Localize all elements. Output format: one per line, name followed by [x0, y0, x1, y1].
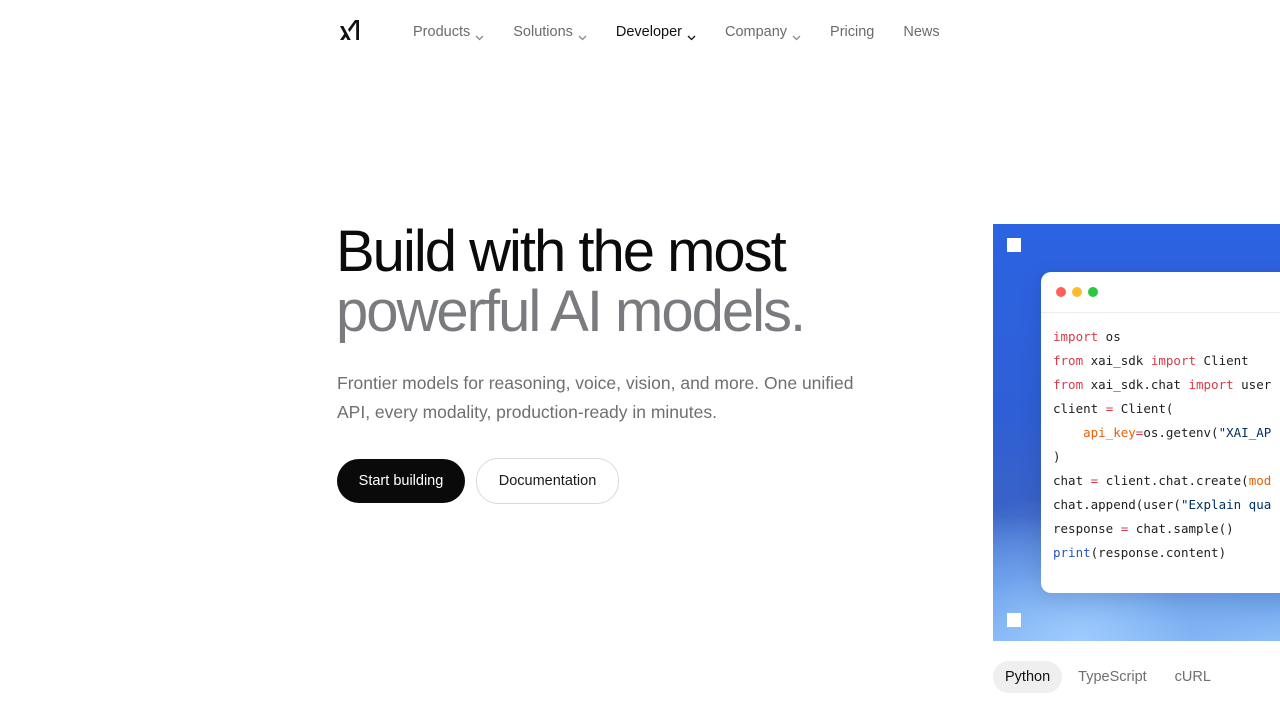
window-titlebar — [1041, 272, 1280, 313]
code-token: os.getenv( — [1143, 425, 1219, 440]
nav-menu: Products Solutions Developer Company Pricing… — [413, 22, 969, 42]
hero-title-line-2: powerful AI models. — [336, 279, 806, 344]
code-token: ) — [1053, 449, 1061, 464]
code-token: client.chat.create( — [1098, 473, 1249, 488]
code-line: from xai_sdk.chat import user — [1053, 373, 1280, 397]
code-token: Client( — [1113, 401, 1174, 416]
language-tabs: Python TypeScript cURL — [993, 661, 1227, 693]
code-token: import — [1150, 353, 1196, 368]
nav-item-label: Solutions — [513, 24, 573, 40]
code-token: import — [1188, 377, 1234, 392]
tab-python[interactable]: Python — [993, 661, 1063, 693]
code-token: from — [1053, 377, 1084, 392]
xai-logo-icon[interactable] — [338, 18, 362, 42]
tab-typescript[interactable]: TypeScript — [1066, 661, 1159, 693]
code-line: chat = client.chat.create(mod — [1053, 469, 1280, 493]
code-token: chat — [1053, 473, 1091, 488]
code-token: "XAI_AP — [1218, 425, 1272, 440]
hero-title-line-1: Build with the most — [336, 219, 787, 284]
code-window: import os from xai_sdk import Client from … — [1041, 272, 1280, 593]
code-token: import — [1053, 329, 1099, 344]
code-line: ) — [1053, 445, 1280, 469]
code-line: client = Client( — [1053, 397, 1280, 421]
tab-curl[interactable]: cURL — [1163, 661, 1223, 693]
code-token: from — [1053, 353, 1084, 368]
nav-item-label: Company — [724, 24, 788, 40]
code-token: mod — [1248, 473, 1272, 488]
code-token: xai_sdk — [1083, 353, 1151, 368]
code-token: os — [1098, 329, 1121, 344]
code-token: chat.append(user( — [1053, 497, 1181, 512]
code-line: print(response.content) — [1053, 541, 1280, 565]
code-line: from xai_sdk import Client — [1053, 349, 1280, 373]
code-token: Client — [1196, 353, 1249, 368]
code-token: user — [1233, 377, 1272, 392]
chevron-down-icon — [578, 29, 587, 41]
chevron-down-icon — [792, 29, 801, 41]
start-building-button[interactable]: Start building — [337, 459, 465, 503]
code-line: chat.append(user("Explain qua — [1053, 493, 1280, 517]
hero-title: Build with the most powerful AI models. — [336, 219, 806, 344]
nav-item-label: Pricing — [830, 24, 875, 40]
nav-item-label: Developer — [615, 24, 682, 40]
minimize-dot-icon — [1072, 287, 1082, 297]
code-token: client — [1053, 401, 1106, 416]
nav-item-company[interactable]: Company — [724, 24, 801, 41]
corner-marker-bottom — [1007, 613, 1021, 627]
nav-item-solutions[interactable]: Solutions — [513, 24, 587, 41]
chevron-down-icon — [687, 29, 696, 41]
nav-item-label: News — [903, 24, 940, 40]
nav-item-pricing[interactable]: Pricing — [830, 24, 874, 40]
maximize-dot-icon — [1088, 287, 1098, 297]
code-line: api_key=os.getenv("XAI_AP — [1053, 421, 1280, 445]
code-snippet: import os from xai_sdk import Client from … — [1041, 313, 1280, 565]
code-token: print — [1053, 545, 1091, 560]
chevron-down-icon — [475, 29, 484, 41]
code-token: chat.sample() — [1128, 521, 1234, 536]
hero-subtitle: Frontier models for reasoning, voice, vi… — [337, 373, 854, 422]
code-line: import os — [1053, 325, 1280, 349]
code-token: api_key — [1083, 425, 1136, 440]
documentation-button[interactable]: Documentation — [476, 458, 619, 504]
code-token: xai_sdk.chat — [1083, 377, 1189, 392]
code-token: response — [1053, 521, 1121, 536]
code-line: response = chat.sample() — [1053, 517, 1280, 541]
code-token: "Explain qua — [1180, 497, 1272, 512]
nav-item-products[interactable]: Products — [413, 24, 484, 41]
code-token: (response.content) — [1090, 545, 1227, 560]
nav-item-developer[interactable]: Developer — [615, 24, 696, 41]
nav-item-news[interactable]: News — [903, 24, 939, 40]
close-dot-icon — [1056, 287, 1066, 297]
corner-marker-top — [1007, 238, 1021, 252]
nav-item-label: Products — [413, 24, 471, 40]
top-navigation: Products Solutions Developer Company Pricing… — [0, 0, 1280, 64]
